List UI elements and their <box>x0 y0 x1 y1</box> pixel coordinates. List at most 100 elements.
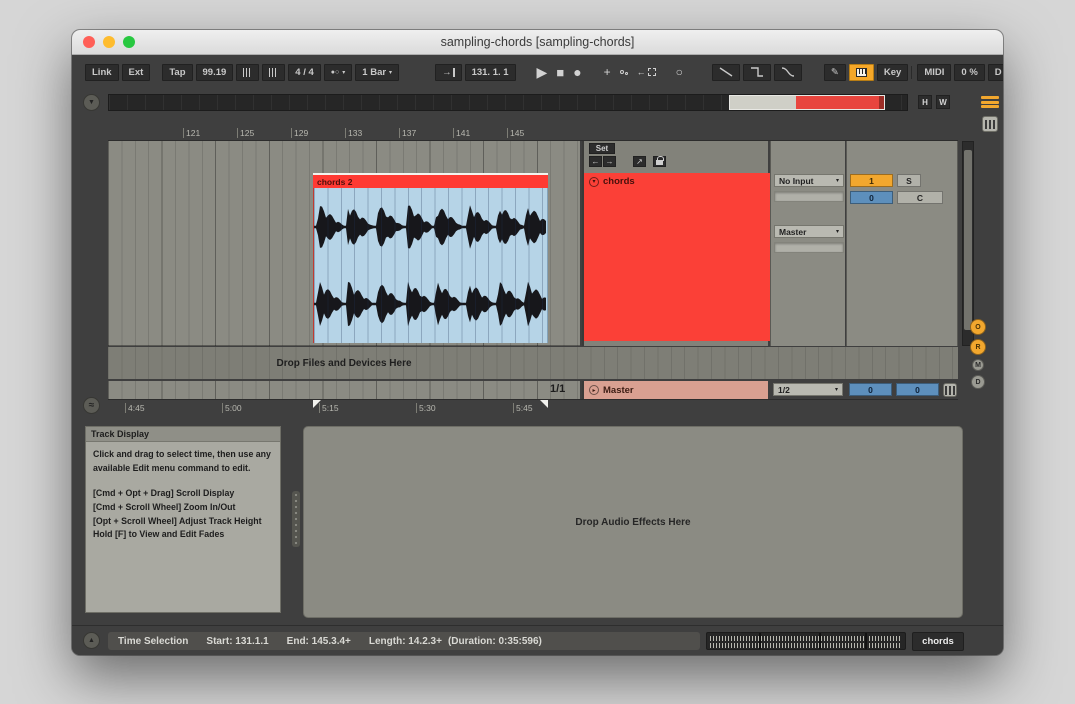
menu-icon[interactable] <box>981 94 999 110</box>
nudge-down-button[interactable] <box>236 64 259 81</box>
arrangement-overview[interactable] <box>108 94 908 111</box>
time-label: 5:00 <box>222 403 242 413</box>
clip-waveform-area[interactable] <box>313 188 548 343</box>
stop-button[interactable]: ■ <box>553 65 567 80</box>
delay-section-toggle[interactable]: D <box>971 375 985 389</box>
solo-button[interactable]: S <box>897 174 921 187</box>
crossfade-assign[interactable]: C <box>897 191 943 204</box>
overview-view-rectangle[interactable] <box>729 95 885 110</box>
audio-clip[interactable]: chords 2 <box>313 173 548 343</box>
overview-drag-handle[interactable] <box>879 96 884 109</box>
master-output-select[interactable]: 1/2▾ <box>773 383 843 396</box>
vertical-scrollbar[interactable] <box>962 141 974 346</box>
quantization-select[interactable]: 1 Bar▾ <box>355 64 399 81</box>
loop-button[interactable]: ○ <box>673 65 686 79</box>
close-window-button[interactable] <box>83 36 95 48</box>
info-view-toggle[interactable]: ▲ <box>83 632 100 649</box>
audio-to-select[interactable]: Master▾ <box>774 225 844 238</box>
computer-midi-keyboard-button[interactable] <box>849 64 874 81</box>
clip-overview-strip[interactable] <box>706 632 906 650</box>
master-track-header[interactable]: ▸ Master <box>582 381 768 399</box>
pencil-icon: ✎ <box>831 67 839 78</box>
device-drop-zone[interactable]: Drop Audio Effects Here <box>303 426 963 618</box>
time-label: 5:45 <box>513 403 533 413</box>
info-shortcut: [Opt + Scroll Wheel] Adjust Track Height <box>93 515 273 529</box>
minimize-window-button[interactable] <box>103 36 115 48</box>
arrow-right-icon: → <box>606 157 614 166</box>
selection-end-marker[interactable] <box>540 400 548 408</box>
drop-files-zone[interactable]: Drop Files and Devices Here <box>108 347 958 379</box>
selection-start-marker[interactable] <box>313 400 321 408</box>
master-unfold-button[interactable]: ▸ <box>589 385 599 395</box>
time-ruler[interactable]: 4:45 5:00 5:15 5:30 5:45 <box>108 399 958 415</box>
draw-mode-button[interactable]: ✎ <box>824 64 846 81</box>
returns-section-toggle[interactable]: R <box>970 339 986 355</box>
play-button[interactable]: ▶ <box>534 64 551 81</box>
arrangement-position-display[interactable]: 131. 1. 1 <box>465 64 516 81</box>
follow-button[interactable]: → <box>435 64 462 81</box>
overview-w-button[interactable]: W <box>936 95 950 109</box>
key-map-button[interactable]: Key <box>877 64 908 81</box>
linear-fade-icon <box>719 67 733 77</box>
time-signature-display[interactable]: 4 / 4 <box>288 64 321 81</box>
draw-automation-button[interactable]: ↗ <box>633 156 646 167</box>
track-name: chords <box>603 176 635 187</box>
info-view-body: Click and drag to select time, then use … <box>93 448 273 475</box>
follow-icon: → <box>442 67 452 78</box>
back-to-arrangement-button[interactable]: ← <box>634 67 659 77</box>
zoom-window-button[interactable] <box>123 36 135 48</box>
nudge-up-button[interactable] <box>262 64 285 81</box>
diagonal-draw-icon: ↗ <box>636 157 643 166</box>
set-button[interactable]: Set <box>589 143 615 154</box>
beat-time-ruler[interactable]: 121 125 129 133 137 141 145 <box>108 125 958 141</box>
capture-midi-icon <box>620 70 628 75</box>
lock-envelopes-button[interactable] <box>653 156 666 167</box>
nudge-left-button[interactable]: ← <box>589 156 602 167</box>
master-meter-left[interactable]: 0 <box>849 383 892 396</box>
record-button[interactable]: ● <box>570 64 584 80</box>
track-unfold-button[interactable]: ▾ <box>589 177 599 187</box>
clip-title-bar[interactable]: chords 2 <box>313 175 548 188</box>
window-title: sampling-chords [sampling-chords] <box>441 35 635 49</box>
track-header-chords[interactable]: ▾ chords <box>584 173 770 341</box>
unfold-icon: ▾ <box>592 178 595 185</box>
fade-step-button[interactable] <box>743 64 771 81</box>
device-view-resize-handle[interactable] <box>292 491 300 547</box>
scrollbar-thumb[interactable] <box>964 150 972 330</box>
mixer-icon[interactable] <box>982 116 998 132</box>
master-track-lane[interactable] <box>108 381 580 399</box>
input-channel-box[interactable] <box>774 191 844 202</box>
audio-from-select[interactable]: No Input▾ <box>774 174 844 187</box>
master-mixer-icon[interactable] <box>943 383 957 397</box>
beat-label: 133 <box>345 128 362 138</box>
tempo-display[interactable]: 99.19 <box>196 64 234 81</box>
cpu-meter[interactable]: 0 % <box>954 64 984 81</box>
fade-curve-button[interactable] <box>774 64 802 81</box>
link-button[interactable]: Link <box>85 64 119 81</box>
overview-h-button[interactable]: H <box>918 95 932 109</box>
waveform <box>314 188 547 343</box>
new-button[interactable]: + <box>601 65 614 79</box>
nudge-right-button[interactable]: → <box>603 156 616 167</box>
chevron-down-icon: ▾ <box>836 228 839 235</box>
disk-overload-indicator[interactable]: D <box>988 64 1003 81</box>
piano-keyboard-icon <box>856 68 867 77</box>
tap-tempo-button[interactable]: Tap <box>162 64 192 81</box>
app-window: sampling-chords [sampling-chords] Link E… <box>72 30 1003 655</box>
clip-tab-chords[interactable]: chords <box>912 632 964 651</box>
status-start: Start: 131.1.1 <box>206 636 268 647</box>
io-section-toggle[interactable]: O <box>970 319 986 335</box>
beat-label: 145 <box>507 128 524 138</box>
capture-midi-button[interactable] <box>617 70 631 75</box>
track-activator[interactable]: 1 <box>850 174 893 187</box>
midi-map-button[interactable]: MIDI <box>917 64 951 81</box>
metronome-button[interactable]: ●○▾ <box>324 64 352 81</box>
output-channel-box[interactable] <box>774 242 844 253</box>
status-length: Length: 14.2.3+ <box>369 636 442 647</box>
mixer-section-toggle[interactable]: M <box>972 359 984 371</box>
fade-linear-button[interactable] <box>712 64 740 81</box>
ext-button[interactable]: Ext <box>122 64 151 81</box>
master-meter-right[interactable]: 0 <box>896 383 939 396</box>
toolbar-divider <box>911 66 912 79</box>
track-meter-value[interactable]: 0 <box>850 191 893 204</box>
